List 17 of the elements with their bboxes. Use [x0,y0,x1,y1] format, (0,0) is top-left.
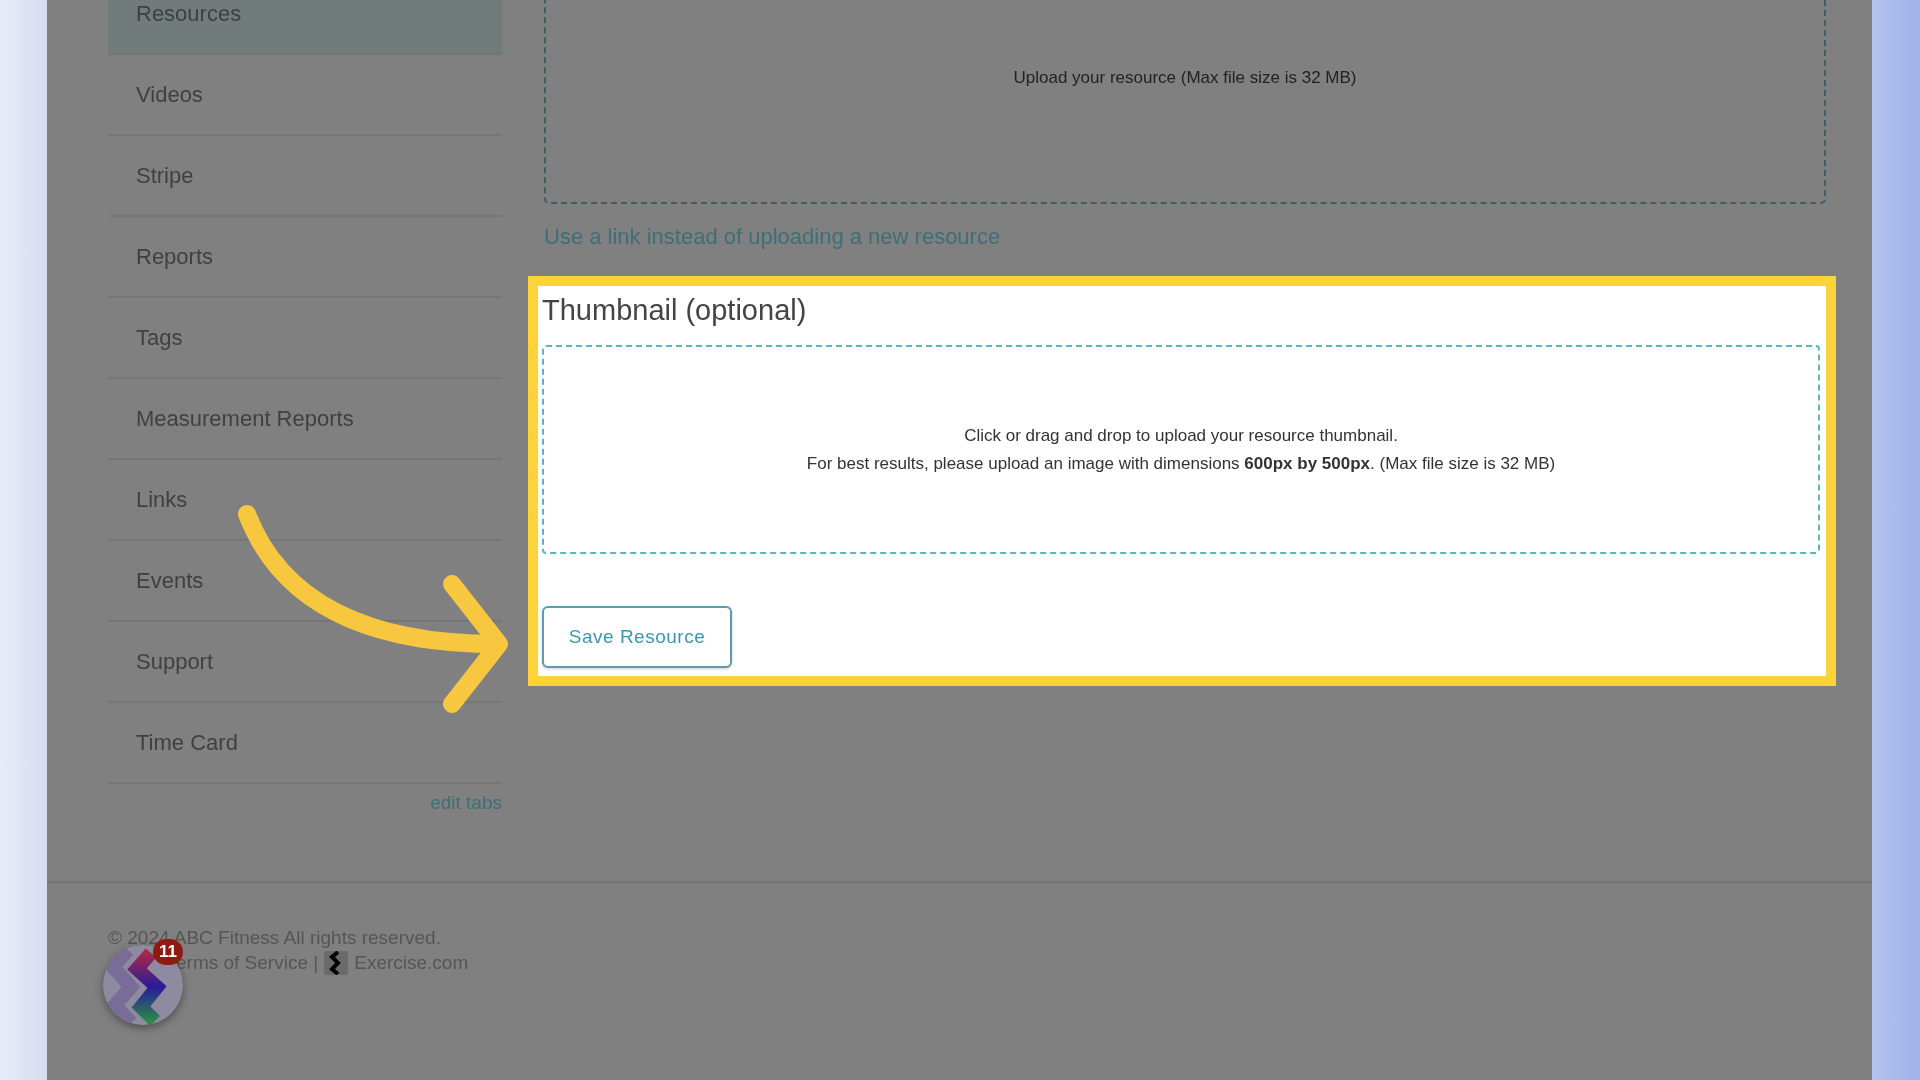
section-title: Thumbnail (optional) [542,294,808,327]
sidebar-item[interactable]: Support [108,622,502,703]
save-resource-button[interactable]: Save Resource [542,606,732,668]
sidebar-item[interactable]: Time Card [108,703,502,784]
sidebar-item[interactable]: Tags [108,298,502,379]
sidebar-item[interactable]: Reports [108,217,502,298]
sidebar-item[interactable]: Measurement Reports [108,379,502,460]
sidebar-item[interactable]: Links [108,460,502,541]
zigzag-logo-icon [324,951,349,975]
sidebar-item[interactable]: Events [108,541,502,622]
upload-dropzone[interactable]: Upload your resource (Max file size is 32 MB) [544,0,1826,204]
edit-tabs-link[interactable]: edit tabs [430,792,502,814]
use-link-link[interactable]: Use a link instead of uploading a new resource [544,224,1001,250]
thumbnail-dropzone[interactable]: Click or drag and drop to upload your resource thumbnail. For best results, please upload an image with dimensions 600px by 500px. (Max file size is 32 MB) [542,345,1820,554]
sidebar-item[interactable]: Stripe [108,136,502,217]
sidebar-item[interactable]: Videos [108,55,502,136]
sidebar-item[interactable]: Resources [108,0,502,55]
